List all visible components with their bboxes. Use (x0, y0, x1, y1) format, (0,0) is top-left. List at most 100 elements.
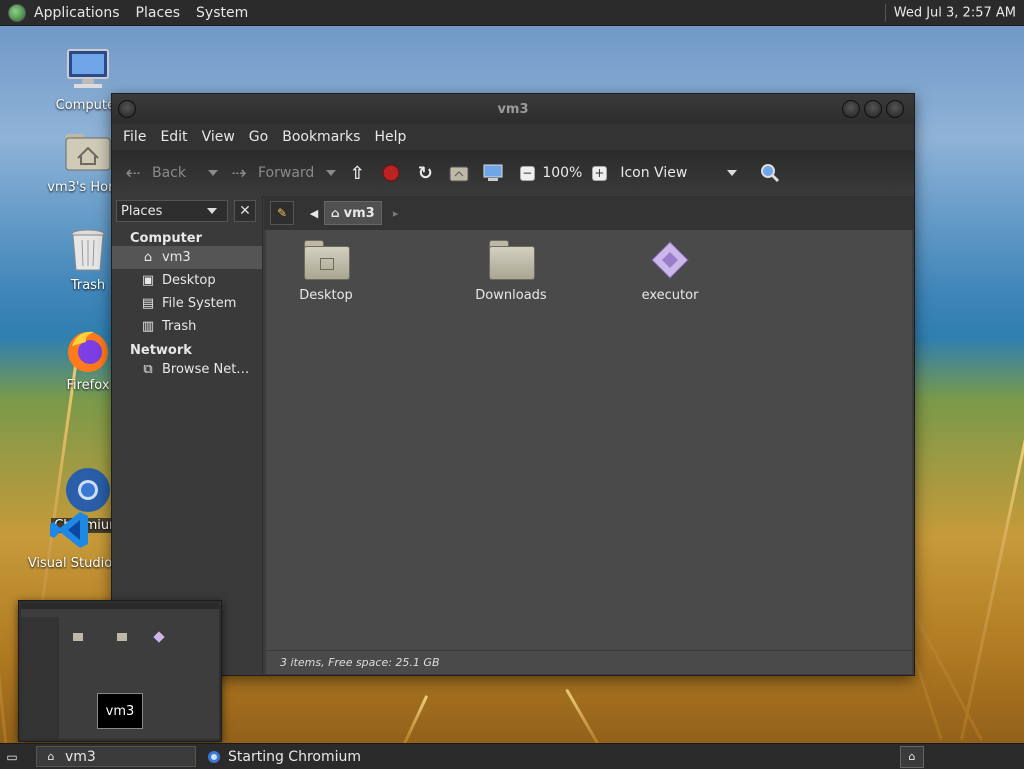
home-icon: ⌂ (331, 206, 340, 220)
taskbar-item-chromium[interactable]: Starting Chromium (200, 746, 372, 767)
file-view[interactable]: Desktop Downloads executor (266, 230, 912, 650)
file-label: executor (641, 288, 699, 303)
breadcrumb-label: vm3 (343, 205, 375, 221)
home-icon: ⌂ (143, 250, 153, 265)
menu-system[interactable]: System (188, 5, 256, 21)
file-label: Desktop (299, 288, 353, 303)
sidebar-item-label: Desktop (162, 273, 216, 288)
vscode-icon (48, 508, 92, 552)
toolbar: ⇠ Back ⇢ Forward ⇧ ↻ − 100% + Icon View (112, 150, 914, 197)
sidebar-item-file-system[interactable]: ▤ File System (112, 292, 262, 315)
network-icon: ⧉ (143, 362, 153, 377)
trash-icon: ▥ (141, 319, 155, 334)
sidebar-item-desktop[interactable]: ▣ Desktop (112, 269, 262, 292)
menu-places[interactable]: Places (128, 5, 189, 21)
clock[interactable]: Wed Jul 3, 2:57 AM (884, 3, 1024, 22)
back-button[interactable]: ⇠ Back (122, 162, 186, 184)
sidebar-item-trash[interactable]: ▥ Trash (112, 315, 262, 338)
forward-history-dropdown[interactable] (326, 170, 337, 176)
view-mode-label: Icon View (620, 165, 688, 181)
computer-button[interactable] (482, 162, 504, 184)
forward-arrow-icon: ⇢ (231, 162, 247, 184)
close-button[interactable] (886, 100, 904, 118)
file-item-executor[interactable]: executor (610, 240, 730, 303)
menu-help[interactable]: Help (367, 129, 413, 145)
file-manager-window: vm3 File Edit View Go Bookmarks Help ⇠ B… (111, 93, 915, 676)
chromium-icon (206, 750, 222, 764)
path-scroll-right-button[interactable]: ▸ (388, 202, 404, 224)
computer-icon (482, 162, 504, 184)
taskbar-item-label: Starting Chromium (228, 748, 361, 765)
reload-button[interactable]: ↻ (414, 162, 436, 184)
trash-icon (64, 226, 112, 274)
workspace-switcher[interactable]: ⌂ (900, 745, 924, 768)
zoom-out-icon: − (516, 162, 538, 184)
folder-desktop-icon (304, 240, 350, 280)
breadcrumb-vm3[interactable]: ⌂ vm3 (324, 201, 382, 225)
search-button[interactable] (759, 162, 781, 184)
menu-file[interactable]: File (116, 129, 153, 145)
sidebar-places-select[interactable]: Places (116, 200, 228, 222)
status-text: 3 items, Free space: 25.1 GB (280, 656, 440, 669)
window-titlebar[interactable]: vm3 (112, 94, 914, 124)
sidebar-item-label: Browse Net… (162, 362, 250, 377)
file-item-downloads[interactable]: Downloads (448, 240, 574, 303)
top-panel: Applications Places System Wed Jul 3, 2:… (0, 0, 1024, 26)
sidebar-item-browse-network[interactable]: ⧉ Browse Net… (112, 358, 262, 381)
menu-view[interactable]: View (195, 129, 242, 145)
maximize-button[interactable] (864, 100, 882, 118)
executable-icon (648, 240, 692, 280)
up-button[interactable]: ⇧ (346, 162, 368, 184)
menu-bookmarks[interactable]: Bookmarks (275, 129, 367, 145)
minimize-button[interactable] (842, 100, 860, 118)
sidebar-close-button[interactable]: ✕ (234, 200, 256, 222)
desktop-icon-vscode[interactable]: Visual Studio (20, 508, 120, 571)
home-button[interactable] (448, 162, 470, 184)
applications-logo-icon[interactable] (8, 3, 26, 22)
forward-button[interactable]: ⇢ Forward (228, 162, 314, 184)
show-desktop-button[interactable]: ▭ (2, 746, 22, 767)
sidebar-header: Places ✕ (112, 196, 262, 226)
window-preview-thumbnail[interactable]: vm3 (18, 600, 222, 742)
zoom-in-icon: + (588, 162, 610, 184)
menubar: File Edit View Go Bookmarks Help (112, 124, 914, 150)
file-label: Downloads (475, 288, 547, 303)
path-scroll-left-button[interactable]: ◀ (306, 202, 322, 224)
show-desktop-icon: ▭ (6, 749, 18, 764)
firefox-icon (64, 326, 112, 374)
home-folder-icon: ⌂ (47, 750, 55, 763)
drive-icon: ▤ (141, 296, 155, 311)
back-history-dropdown[interactable] (208, 170, 218, 176)
window-menu-button[interactable] (118, 100, 136, 118)
view-mode-select[interactable]: Icon View (620, 165, 747, 181)
sidebar-item-label: Trash (162, 319, 197, 334)
window-title: vm3 (497, 101, 529, 117)
up-arrow-icon: ⇧ (349, 162, 365, 184)
sidebar-item-vm3[interactable]: ⌂ vm3 (112, 246, 262, 269)
places-select-label: Places (121, 203, 163, 219)
sidebar-section-computer: Computer (130, 231, 203, 246)
path-bar: ✎ ◀ ⌂ vm3 ▸ (264, 196, 914, 230)
chevron-down-icon (207, 208, 217, 214)
back-label: Back (152, 165, 186, 181)
menu-applications[interactable]: Applications (26, 5, 128, 21)
status-bar: 3 items, Free space: 25.1 GB (266, 650, 912, 674)
zoom-level: 100% (542, 165, 583, 181)
sidebar-item-label: vm3 (162, 250, 191, 265)
menu-edit[interactable]: Edit (153, 129, 194, 145)
chevron-left-icon: ◀ (309, 206, 319, 220)
stop-button[interactable] (380, 162, 402, 184)
menu-go[interactable]: Go (242, 129, 275, 145)
zoom-in-button[interactable]: + (588, 162, 610, 184)
edit-location-button[interactable]: ✎ (270, 201, 294, 225)
chevron-down-icon (727, 170, 738, 176)
file-item-desktop[interactable]: Desktop (266, 240, 386, 303)
home-folder-icon (448, 162, 470, 184)
thumbnail-label: vm3 (97, 693, 143, 729)
zoom-out-button[interactable]: − (516, 162, 538, 184)
desktop-icon-label: Visual Studio (27, 556, 113, 571)
back-arrow-icon: ⇠ (125, 162, 141, 184)
forward-label: Forward (258, 165, 315, 181)
taskbar-item-vm3[interactable]: ⌂ vm3 (36, 746, 196, 767)
sidebar-item-label: File System (162, 296, 237, 311)
